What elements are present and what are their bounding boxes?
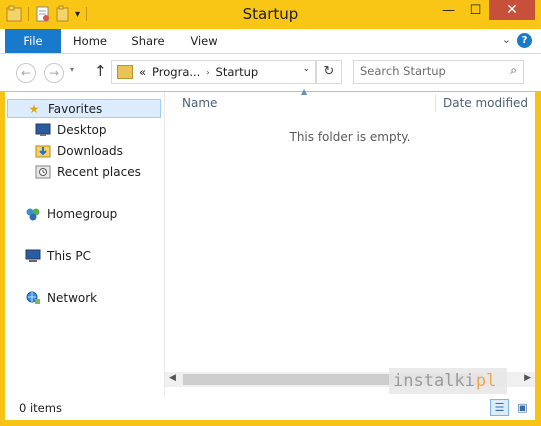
address-field[interactable]: « Progra... › Startup ⌄ bbox=[111, 60, 316, 84]
tab-share[interactable]: Share bbox=[127, 29, 169, 53]
folder-icon[interactable] bbox=[6, 5, 22, 23]
nav-item-desktop[interactable]: Desktop bbox=[35, 123, 107, 137]
search-icon[interactable]: ⌕ bbox=[510, 63, 517, 78]
up-button[interactable]: ↑ bbox=[94, 62, 107, 80]
nav-item-recent-places[interactable]: Recent places bbox=[35, 165, 141, 179]
breadcrumb-overflow[interactable]: « bbox=[139, 65, 146, 79]
nav-item-label: Network bbox=[47, 291, 98, 305]
star-icon: ★ bbox=[28, 101, 40, 116]
status-bar: 0 items ☰ ▣ bbox=[5, 397, 535, 420]
watermark-text: instalki bbox=[393, 371, 475, 391]
column-header-date-modified[interactable]: Date modified bbox=[443, 96, 528, 110]
back-button[interactable]: ← bbox=[16, 63, 36, 83]
minimize-button[interactable]: — bbox=[435, 0, 462, 20]
column-header-name[interactable]: Name bbox=[182, 96, 217, 110]
nav-item-label: Recent places bbox=[57, 165, 141, 179]
breadcrumb-startup[interactable]: Startup bbox=[216, 65, 259, 79]
breadcrumb-programs[interactable]: Progra... bbox=[152, 65, 200, 79]
nav-item-homegroup[interactable]: Homegroup bbox=[25, 207, 117, 221]
nav-item-favorites[interactable]: ★ Favorites bbox=[7, 99, 161, 118]
homegroup-icon bbox=[26, 208, 40, 221]
nav-item-label: Homegroup bbox=[47, 207, 118, 221]
sort-ascending-icon: ▲ bbox=[301, 87, 308, 96]
item-count: 0 items bbox=[19, 401, 62, 415]
breadcrumb-chevron-icon[interactable]: › bbox=[206, 68, 209, 77]
nav-item-label: This PC bbox=[47, 249, 91, 263]
close-button[interactable]: ✕ bbox=[489, 0, 535, 20]
scroll-left-icon[interactable]: ◀ bbox=[169, 373, 176, 383]
nav-item-downloads[interactable]: Downloads bbox=[35, 144, 123, 158]
quick-access-toolbar: ▾ bbox=[6, 5, 89, 23]
new-folder-icon[interactable] bbox=[55, 5, 71, 23]
network-icon bbox=[26, 291, 40, 304]
search-box[interactable]: ⌕ bbox=[353, 60, 524, 84]
expand-ribbon-icon[interactable]: ⌄ bbox=[502, 33, 511, 46]
toolbar-separator bbox=[28, 7, 29, 21]
address-bar-row: ← → ▾ ↑ « Progra... › Startup ⌄ ↻ ⌕ bbox=[0, 54, 541, 91]
explorer-window: ▾ Startup — ☐ ✕ File Home Share View ⌄ ?… bbox=[0, 0, 541, 426]
refresh-button[interactable]: ↻ bbox=[316, 60, 342, 84]
forward-button[interactable]: → bbox=[44, 63, 64, 83]
search-input[interactable] bbox=[360, 63, 500, 79]
nav-item-label: Desktop bbox=[57, 123, 107, 137]
scroll-right-icon[interactable]: ▶ bbox=[524, 373, 531, 383]
empty-folder-message: This folder is empty. bbox=[289, 130, 411, 144]
recent-places-icon bbox=[35, 165, 51, 179]
recent-locations-icon[interactable]: ▾ bbox=[70, 65, 74, 74]
toolbar-separator bbox=[86, 7, 88, 21]
help-icon[interactable]: ? bbox=[517, 33, 532, 48]
window-controls: — ☐ ✕ bbox=[435, 0, 535, 20]
maximize-button[interactable]: ☐ bbox=[462, 0, 489, 20]
tab-file[interactable]: File bbox=[5, 29, 61, 53]
desktop-icon bbox=[35, 123, 51, 136]
tab-view[interactable]: View bbox=[186, 29, 222, 53]
nav-item-network[interactable]: Network bbox=[25, 291, 97, 305]
tab-home[interactable]: Home bbox=[70, 29, 110, 53]
address-dropdown-icon[interactable]: ⌄ bbox=[302, 64, 310, 74]
file-list: ▲ Name Date modified This folder is empt… bbox=[165, 87, 535, 397]
downloads-icon bbox=[35, 145, 51, 158]
watermark-suffix: pl bbox=[475, 371, 497, 391]
instalki-watermark: instalki pl bbox=[389, 368, 507, 394]
details-view-button[interactable]: ☰ bbox=[490, 399, 509, 416]
nav-item-this-pc[interactable]: This PC bbox=[25, 249, 91, 263]
customize-dropdown-icon[interactable]: ▾ bbox=[75, 9, 80, 20]
navigation-pane: ★ Favorites Desktop Downloads Recent pla… bbox=[5, 92, 165, 397]
computer-icon bbox=[25, 249, 41, 262]
folder-icon bbox=[117, 65, 133, 79]
ribbon-tabs: File Home Share View ⌄ ? bbox=[0, 29, 541, 54]
nav-item-label: Favorites bbox=[48, 101, 103, 116]
nav-item-label: Downloads bbox=[57, 144, 123, 158]
title-bar: ▾ Startup — ☐ ✕ bbox=[0, 0, 541, 29]
column-divider[interactable] bbox=[435, 94, 436, 112]
properties-icon[interactable] bbox=[35, 5, 51, 23]
large-icons-view-button[interactable]: ▣ bbox=[513, 399, 532, 416]
